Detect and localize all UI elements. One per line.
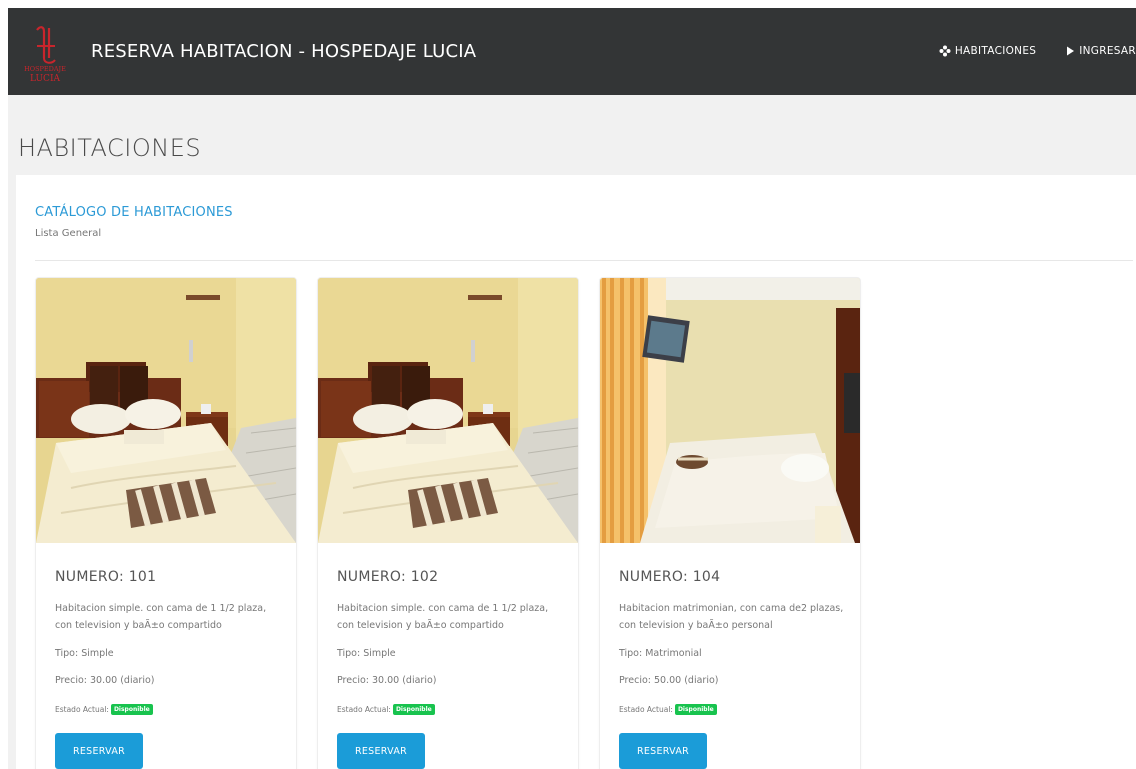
nav-habitaciones-label: HABITACIONES (954, 45, 1037, 57)
room-precio: Precio: 50.00 (diario) (619, 675, 719, 686)
nav-ingresar-label: INGRESAR (1079, 45, 1136, 57)
room-title: NUMERO: 102 (337, 569, 439, 585)
room-description: Habitacion simple. con cama de 1 1/2 pla… (337, 603, 549, 631)
room-title: NUMERO: 101 (55, 569, 157, 585)
room-card-101: NUMERO: 101 Habitacion simple. con cama … (36, 278, 296, 769)
room-description: Habitacion simple. con cama de 1 1/2 pla… (55, 603, 267, 631)
top-navbar: HOSPEDAJE LUCIA RESERVA HABITACION - HOS… (8, 8, 1136, 95)
room-card-104: NUMERO: 104 Habitacion matrimonian, con … (600, 278, 860, 769)
estado-label: Estado Actual: (337, 705, 391, 714)
room-photo-104 (600, 278, 860, 543)
room-estado: Estado Actual: Disponible (55, 704, 153, 715)
app-stage: HOSPEDAJE LUCIA RESERVA HABITACION - HOS… (8, 8, 1136, 769)
catalog-title: CATÁLOGO DE HABITACIONES (35, 205, 233, 220)
reservar-button[interactable]: RESERVAR (619, 733, 707, 769)
room-estado: Estado Actual: Disponible (619, 704, 717, 715)
status-badge: Disponible (392, 704, 435, 715)
app-title: RESERVA HABITACION - HOSPEDAJE LUCIA (91, 41, 477, 62)
divider (35, 260, 1133, 261)
room-title: NUMERO: 104 (619, 569, 721, 585)
logo-text-bottom: LUCIA (30, 74, 61, 84)
play-icon (1066, 46, 1075, 56)
estado-label: Estado Actual: (55, 705, 109, 714)
page-title: HABITACIONES (18, 134, 202, 162)
room-precio: Precio: 30.00 (diario) (337, 675, 437, 686)
status-badge: Disponible (674, 704, 717, 715)
nav-ingresar[interactable]: INGRESAR (1066, 45, 1136, 57)
room-precio: Precio: 30.00 (diario) (55, 675, 155, 686)
catalog-panel: CATÁLOGO DE HABITACIONES Lista General N… (16, 175, 1136, 769)
reservar-button[interactable]: RESERVAR (55, 733, 143, 769)
room-description: Habitacion matrimonian, con cama de2 pla… (619, 603, 844, 631)
status-badge: Disponible (110, 704, 153, 715)
room-tipo: Tipo: Matrimonial (619, 648, 702, 659)
room-photo-102 (318, 278, 578, 543)
room-card-102: NUMERO: 102 Habitacion simple. con cama … (318, 278, 578, 769)
reservar-button[interactable]: RESERVAR (337, 733, 425, 769)
nav-habitaciones[interactable]: HABITACIONES (939, 45, 1036, 57)
logo-text-top: HOSPEDAJE (24, 65, 66, 73)
catalog-subtitle: Lista General (35, 228, 102, 239)
flower-icon (939, 45, 951, 57)
room-photo-101 (36, 278, 296, 543)
room-estado: Estado Actual: Disponible (337, 704, 435, 715)
hospedaje-lucia-logo[interactable]: HOSPEDAJE LUCIA (22, 24, 68, 86)
room-tipo: Tipo: Simple (55, 648, 114, 659)
estado-label: Estado Actual: (619, 705, 673, 714)
top-nav: HABITACIONES INGRESAR (939, 45, 1136, 57)
room-tipo: Tipo: Simple (337, 648, 396, 659)
